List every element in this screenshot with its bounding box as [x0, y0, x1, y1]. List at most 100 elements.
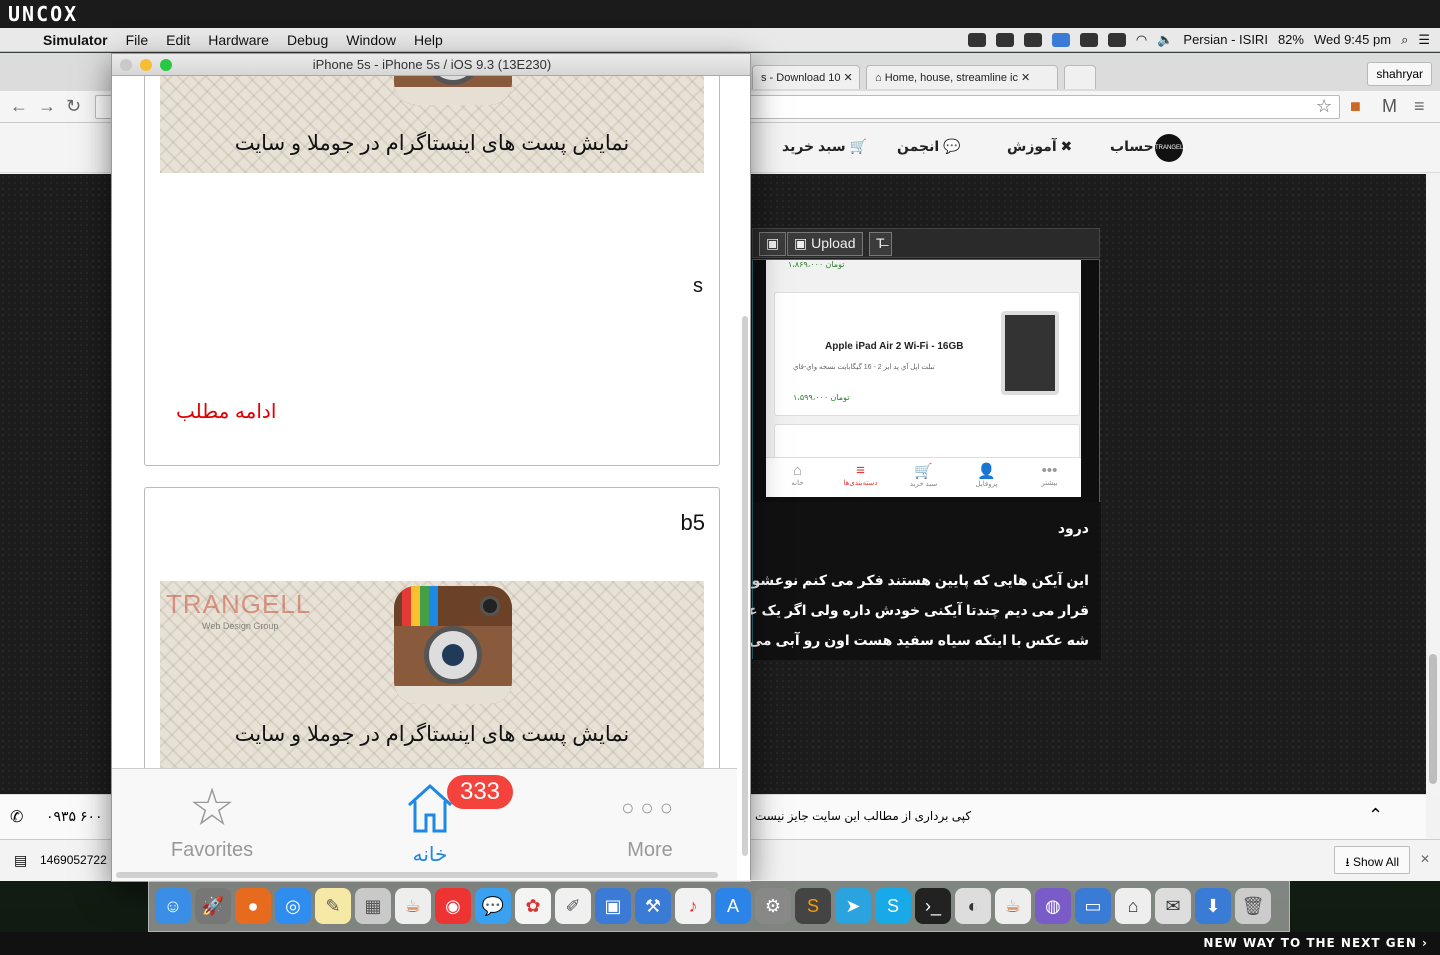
tray-icon[interactable] — [1023, 32, 1042, 47]
system-preferences-icon[interactable]: ⚙ — [755, 888, 791, 924]
comment-line: این آیکن هایی که پایین هستند فکر می کنم … — [739, 572, 1089, 588]
skype-icon[interactable]: S — [875, 888, 911, 924]
photos-icon[interactable]: ✿ — [515, 888, 551, 924]
image-icon[interactable]: ▣ — [759, 232, 787, 256]
menu-help[interactable]: Help — [405, 32, 452, 48]
file-icon: ▤ — [14, 852, 28, 868]
mail-stack-icon[interactable]: ✉ — [1155, 888, 1191, 924]
textedit-icon[interactable]: ✐ — [555, 888, 591, 924]
show-all-button[interactable]: ⭳ Show All — [1334, 846, 1410, 874]
xcode-icon[interactable]: ⚒ — [635, 888, 671, 924]
menu-app-name[interactable]: Simulator — [34, 32, 117, 48]
menu-debug[interactable]: Debug — [278, 32, 337, 48]
java-icon[interactable]: ☕ — [395, 888, 431, 924]
comment-text-area[interactable]: درود این آیکن هایی که پایین هستند فکر می… — [710, 502, 1101, 660]
upload-button[interactable]: ▣ Upload — [787, 232, 863, 256]
close-window-button[interactable] — [120, 59, 132, 71]
messages-icon[interactable]: 💬 — [475, 888, 511, 924]
read-more-link[interactable]: ادامه مطلب — [176, 399, 276, 424]
tray-icon[interactable] — [995, 32, 1014, 47]
chevron-up-icon[interactable]: ⌃ — [1368, 805, 1383, 826]
simulator-app-icon[interactable]: ▭ — [1075, 888, 1111, 924]
wifi-icon[interactable]: ◠ — [1136, 32, 1147, 48]
nav-account[interactable]: حساب — [1110, 138, 1154, 155]
puzzle-icon: ✖ — [1060, 138, 1073, 154]
keynote-icon[interactable]: ▣ — [595, 888, 631, 924]
menu-window[interactable]: Window — [337, 32, 405, 48]
nav-cart[interactable]: سبد خرید 🛒 — [782, 138, 867, 155]
network-icon[interactable]: ◍ — [1035, 888, 1071, 924]
volume-icon[interactable]: 🔈 — [1157, 32, 1173, 48]
terminal-icon[interactable]: ›_ — [915, 888, 951, 924]
preview-icon[interactable]: ▦ — [355, 888, 391, 924]
tray-icon[interactable] — [1107, 32, 1126, 47]
simulator-window: iPhone 5s - iPhone 5s / iOS 9.3 (13E230)… — [111, 53, 751, 882]
product-card[interactable]: Apple iPad Air 2 Wi-Fi - 16GB تبلت اپل آ… — [774, 292, 1080, 416]
finder-icon[interactable]: ☺ — [155, 888, 191, 924]
attached-screenshot: ۱،۸۶۹،۰۰۰ تومان Apple iPad Air 2 Wi-Fi -… — [766, 260, 1081, 497]
home-folder-icon[interactable]: ⌂ — [1115, 888, 1151, 924]
profile-button[interactable]: shahryar — [1367, 62, 1432, 86]
firefox-icon[interactable]: ● — [235, 888, 271, 924]
post-banner: نمایش پست های اینستاگرام در جوملا و سایت — [160, 76, 704, 173]
trangell-subtitle: Web Design Group — [202, 621, 279, 631]
chrome-menu-icon[interactable]: ≡ — [1414, 96, 1425, 117]
browser-tab[interactable]: ⌂ Home, house, streamline ic ✕ — [866, 65, 1058, 89]
zoom-window-button[interactable] — [160, 59, 172, 71]
trangell-watermark: TRANGELL — [166, 589, 312, 619]
simulator-hscrollbar[interactable] — [116, 872, 718, 878]
mini-tab-more: ••• بیشتر — [1018, 458, 1081, 497]
simulator-scrollbar[interactable] — [742, 316, 748, 856]
price-label: ۱،۸۶۹،۰۰۰ تومان — [788, 260, 845, 269]
clear-format-icon[interactable]: T̶ — [869, 232, 892, 256]
app-store-icon[interactable]: A — [715, 888, 751, 924]
launchpad-icon[interactable]: 🚀 — [195, 888, 231, 924]
scrollbar-thumb[interactable] — [1429, 654, 1437, 784]
nav-forum[interactable]: انجمن 💬 — [897, 138, 960, 155]
post-card[interactable]: b5 TRANGELL Web Design Group نمایش پست ه… — [144, 487, 720, 787]
new-tab-button[interactable] — [1064, 65, 1096, 89]
chrome-icon[interactable]: ◉ — [435, 888, 471, 924]
forward-icon[interactable]: → — [38, 96, 56, 117]
extension-m-icon[interactable]: M — [1382, 96, 1397, 117]
menu-file[interactable]: File — [117, 32, 158, 48]
nav-training[interactable]: آموزش ✖ — [1007, 138, 1072, 155]
itunes-icon[interactable]: ♪ — [675, 888, 711, 924]
minimize-window-button[interactable] — [140, 59, 152, 71]
tray-icon[interactable] — [967, 32, 986, 47]
image-icon: ▣ — [794, 235, 808, 251]
trash-icon[interactable]: 🗑 — [1235, 888, 1271, 924]
clock[interactable]: Wed 9:45 pm — [1314, 32, 1391, 47]
site-logo[interactable]: TRANGELL — [1155, 134, 1187, 162]
back-icon[interactable]: ← — [10, 96, 28, 117]
reload-icon[interactable]: ↻ — [66, 96, 81, 117]
download-filename[interactable]: 1469052722 — [40, 853, 107, 867]
download-tray-icon[interactable] — [1051, 32, 1070, 47]
editor-body[interactable]: ۱،۸۶۹،۰۰۰ تومان Apple iPad Air 2 Wi-Fi -… — [710, 259, 1101, 660]
notification-center-icon[interactable]: ☰ — [1418, 32, 1430, 48]
sublime-icon[interactable]: S — [795, 888, 831, 924]
tab-more[interactable]: ○○○ More — [570, 779, 730, 862]
java-icon[interactable]: ☕ — [995, 888, 1031, 924]
bookmark-star-icon[interactable]: ☆ — [1316, 96, 1332, 117]
close-icon[interactable]: ✕ — [1420, 852, 1430, 866]
notes-icon[interactable]: ✎ — [315, 888, 351, 924]
telegram-tray-icon[interactable] — [1079, 32, 1098, 47]
browser-tab[interactable]: s - Download 10 ✕ — [752, 65, 860, 89]
input-source[interactable]: Persian - ISIRI — [1183, 32, 1268, 47]
comment-line: شه عکس با اینکه سیاه سفید هست اون رو آبی… — [709, 632, 1089, 648]
menu-edit[interactable]: Edit — [157, 32, 199, 48]
simulator-titlebar: iPhone 5s - iPhone 5s / iOS 9.3 (13E230) — [112, 54, 750, 76]
extension-icon[interactable]: ■ — [1350, 96, 1361, 117]
downloads-stack-icon[interactable]: ⬇ — [1195, 888, 1231, 924]
post-card[interactable]: نمایش پست های اینستاگرام در جوملا و سایت… — [144, 76, 720, 466]
battery-percent[interactable]: 82% — [1278, 32, 1304, 47]
tab-favorites[interactable]: ☆ Favorites — [132, 779, 292, 862]
menu-hardware[interactable]: Hardware — [199, 32, 278, 48]
spotlight-icon[interactable]: ⌕ — [1401, 32, 1408, 48]
sequel-icon[interactable]: ◐ — [955, 888, 991, 924]
banner-text: نمایش پست های اینستاگرام در جوملا و سایت — [234, 132, 630, 155]
telegram-icon[interactable]: ➤ — [835, 888, 871, 924]
safari-icon[interactable]: ◎ — [275, 888, 311, 924]
page-scrollbar[interactable] — [1426, 174, 1440, 794]
